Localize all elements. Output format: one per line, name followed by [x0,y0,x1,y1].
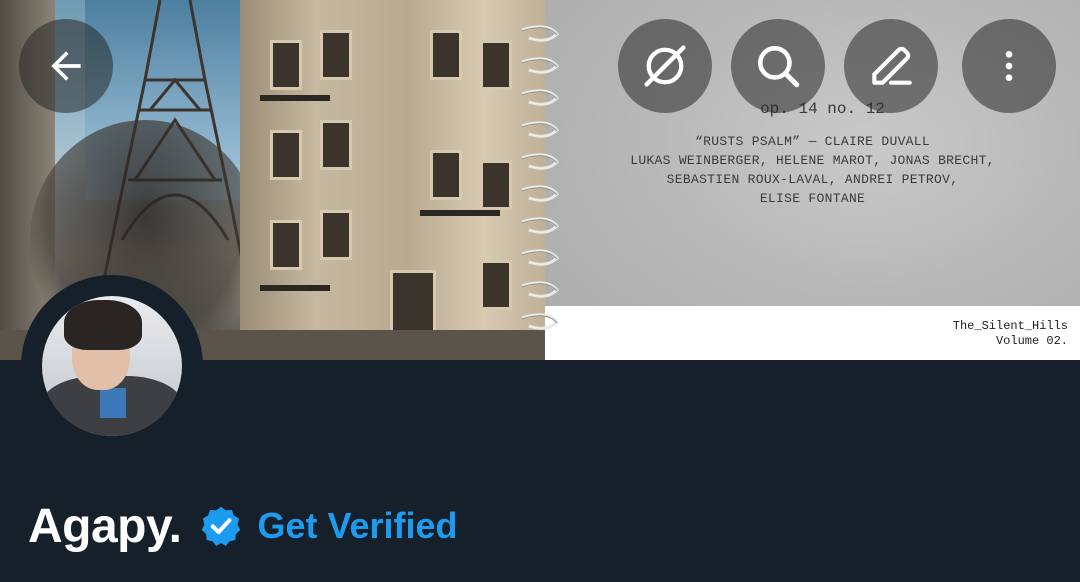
more-vertical-icon [1005,51,1013,81]
get-verified-link[interactable]: Get Verified [257,505,457,547]
back-button[interactable] [19,19,113,113]
score-line-2: SEBASTIEN ROUX-LAVAL, ANDREI PETROV, [666,172,959,187]
avatar[interactable] [42,296,182,436]
score-line-1: LUKAS WEINBERGER, HELENE MAROT, JONAS BR… [630,153,995,168]
score-line-3: ELISE FONTANE [759,191,866,206]
edit-button[interactable] [844,19,938,113]
score-title: “RUSTS PSALM” — CLAIRE DUVALL [695,134,930,149]
verified-badge-icon [202,506,241,546]
more-options-button[interactable] [962,19,1056,113]
credit-line-2: Volume 02. [995,334,1068,348]
edit-icon [872,46,912,85]
display-name: Agapy. [28,499,182,553]
banner-credit: The_Silent_Hills Volume 02. [953,319,1068,349]
search-button[interactable] [731,19,825,113]
grok-icon [644,45,686,87]
credit-line-1: The_Silent_Hills [952,319,1068,333]
search-icon [758,46,800,88]
score-text: op. 14 no. 12 “RUSTS PSALM” — CLAIRE DUV… [545,100,1080,208]
profile-name-row: Agapy. Get Verified [28,496,458,556]
grok-button[interactable] [618,19,712,113]
arrow-left-icon [51,51,81,81]
